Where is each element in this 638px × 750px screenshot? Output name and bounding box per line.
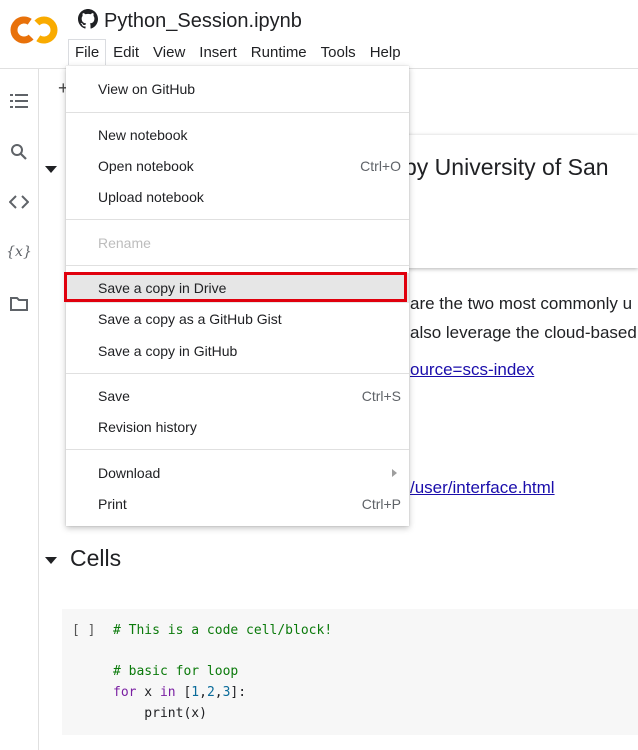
submenu-arrow-icon [392, 469, 397, 477]
table-of-contents-icon[interactable] [9, 91, 29, 111]
paragraph-line: also leverage the cloud-based [410, 323, 637, 342]
run-cell-button[interactable]: [ ] [72, 620, 95, 641]
menu-item-label: New notebook [98, 127, 188, 143]
code-token: ]: [230, 685, 247, 700]
menu-divider [66, 265, 409, 266]
search-icon[interactable] [9, 142, 29, 162]
code-number: 1 [191, 685, 200, 700]
menu-runtime[interactable]: Runtime [244, 40, 314, 65]
menu-item-label: Revision history [98, 419, 197, 435]
code-keyword: in [159, 685, 176, 700]
menu-item-label: Save [98, 388, 130, 404]
menu-divider [66, 112, 409, 113]
files-icon[interactable] [9, 294, 29, 314]
menu-view[interactable]: View [146, 40, 192, 65]
notebook-heading: by University of San [404, 154, 609, 180]
menu-help[interactable]: Help [363, 40, 408, 65]
colab-logo[interactable] [10, 14, 60, 46]
menu-item-label: Open notebook [98, 158, 194, 174]
github-icon [78, 8, 99, 34]
menu-item-save-copy-gist[interactable]: Save a copy as a GitHub Gist [66, 304, 409, 334]
menu-item-download[interactable]: Download [66, 458, 409, 488]
shortcut-label: Ctrl+P [361, 496, 401, 512]
code-line: print(x) [113, 706, 207, 721]
menu-item-label: Save a copy in GitHub [98, 343, 238, 359]
cells-heading: Cells [70, 545, 122, 571]
reference-link[interactable]: ource=scs-index [410, 360, 534, 380]
menu-item-new-notebook[interactable]: New notebook [66, 120, 409, 150]
menu-divider [66, 373, 409, 374]
menu-item-label: Print [98, 496, 127, 512]
menu-item-label: Save a copy as a GitHub Gist [98, 311, 282, 327]
code-number: 2 [206, 685, 215, 700]
menu-item-view-on-github[interactable]: View on GitHub [66, 74, 409, 104]
code-token: , [199, 685, 207, 700]
code-line: for x in [1,2,3]: [113, 682, 246, 703]
menu-file[interactable]: File [68, 39, 107, 65]
collapse-section-caret[interactable] [45, 166, 57, 173]
code-token: , [214, 685, 223, 700]
menu-item-label: Upload notebook [98, 189, 204, 205]
highlight-annotation-box [64, 272, 407, 302]
menu-item-rename: Rename [66, 228, 409, 258]
menu-item-label: View on GitHub [98, 81, 196, 97]
notebook-title-row: Python_Session.ipynb [78, 8, 302, 34]
menu-item-label: Rename [98, 235, 151, 251]
code-line: # basic for loop [113, 664, 239, 679]
menu-insert[interactable]: Insert [192, 40, 244, 65]
menu-item-open-notebook[interactable]: Open notebook Ctrl+O [66, 151, 409, 181]
menu-divider [66, 219, 409, 220]
menu-edit[interactable]: Edit [106, 40, 146, 65]
code-token: x [136, 685, 160, 700]
paragraph-line: are the two most commonly u [410, 294, 633, 313]
code-keyword: for [113, 685, 137, 700]
menubar: File Edit View Insert Runtime Tools Help [68, 38, 408, 66]
shortcut-label: Ctrl+O [360, 158, 401, 174]
left-rail: {x} [0, 69, 39, 750]
code-token: [ [175, 685, 192, 700]
menu-item-print[interactable]: Print Ctrl+P [66, 489, 409, 519]
code-line: # This is a code cell/block! [113, 623, 333, 638]
variables-icon[interactable]: {x} [6, 242, 32, 262]
menu-divider [66, 449, 409, 450]
menu-tools[interactable]: Tools [314, 40, 363, 65]
notebook-title[interactable]: Python_Session.ipynb [104, 10, 302, 33]
code-snippets-icon[interactable] [9, 192, 29, 212]
reference-link[interactable]: /user/interface.html [410, 478, 555, 498]
collapse-cells-caret[interactable] [45, 557, 57, 564]
menu-item-revision-history[interactable]: Revision history [66, 412, 409, 442]
menu-item-save[interactable]: Save Ctrl+S [66, 381, 409, 411]
menu-item-label: Download [98, 465, 161, 481]
menu-item-save-copy-github[interactable]: Save a copy in GitHub [66, 336, 409, 366]
shortcut-label: Ctrl+S [361, 388, 401, 404]
menu-item-upload-notebook[interactable]: Upload notebook [66, 182, 409, 212]
